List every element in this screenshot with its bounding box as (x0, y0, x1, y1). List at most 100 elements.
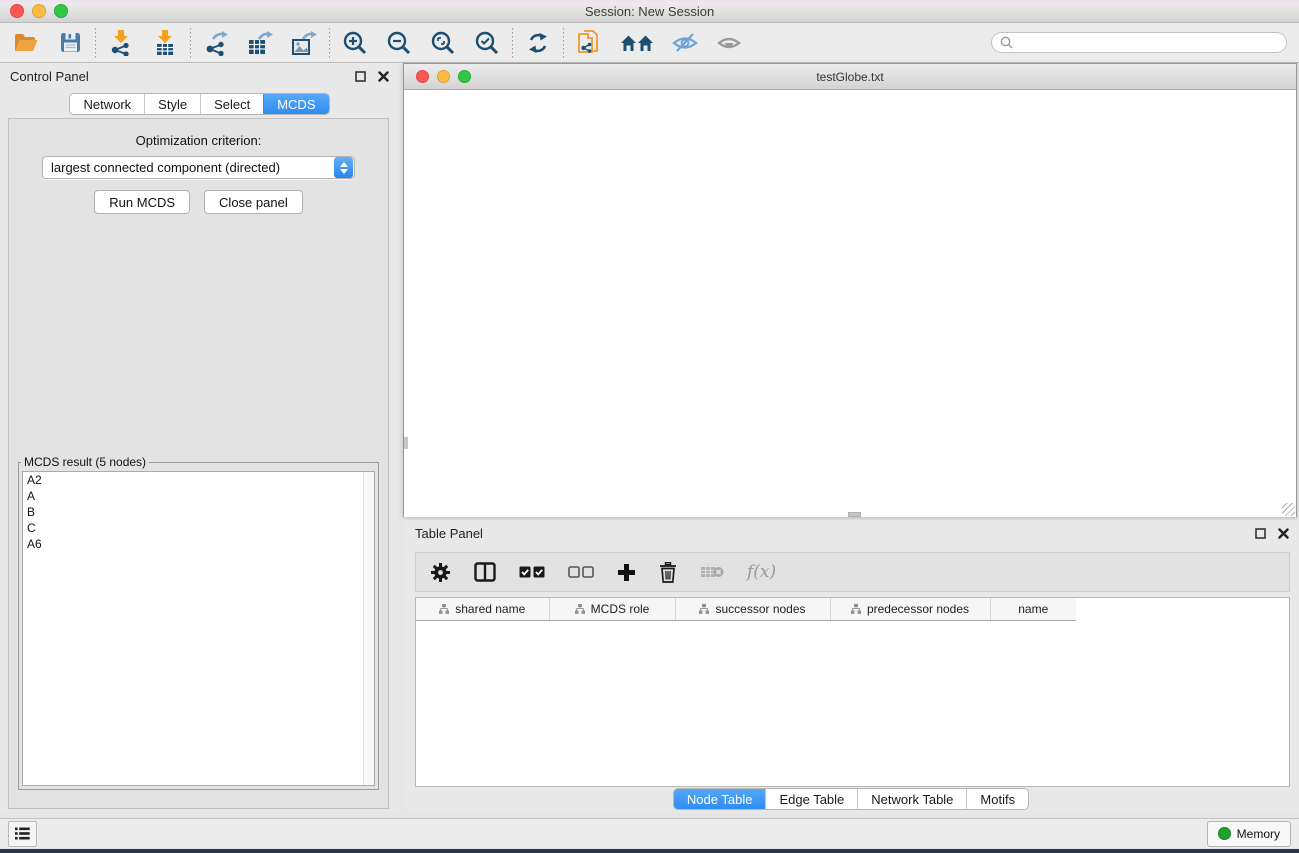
toolbar-search-field[interactable] (991, 32, 1287, 53)
select-all-rows-icon[interactable] (519, 566, 545, 578)
refresh-view-button[interactable] (524, 29, 552, 57)
export-image-button[interactable] (290, 29, 318, 57)
import-network-button[interactable] (107, 29, 135, 57)
save-icon (60, 32, 81, 53)
network-file-button[interactable] (575, 29, 603, 57)
network-window-titlebar[interactable]: testGlobe.txt (404, 64, 1296, 90)
table-panel-header: Table Panel (403, 520, 1299, 546)
canvas-horizontal-scrollbar[interactable] (848, 512, 861, 517)
zoom-out-icon (386, 30, 412, 56)
network-file-icon (577, 29, 602, 57)
close-panel-icon[interactable] (1278, 528, 1289, 539)
session-title: Session: New Session (0, 4, 1299, 19)
search-icon (1000, 36, 1013, 49)
control-panel-tabs: NetworkStyleSelectMCDS (69, 93, 329, 115)
tab-select[interactable]: Select (200, 94, 263, 114)
network-window-title: testGlobe.txt (404, 70, 1296, 84)
open-folder-icon (13, 32, 39, 54)
eye-slash-icon (672, 32, 698, 54)
control-panel: Control Panel NetworkStyleSelectMCDS Opt… (0, 63, 399, 812)
hide-graphics-details-button[interactable] (671, 29, 699, 57)
zoom-out-button[interactable] (385, 29, 413, 57)
settings-gear-icon[interactable] (430, 562, 451, 583)
toolbar-separator (190, 28, 191, 58)
canvas-vertical-scrollbar[interactable] (404, 437, 408, 449)
tab-network-table[interactable]: Network Table (857, 789, 966, 809)
desktop-edge (0, 849, 1299, 853)
table-panel: Table Panel (403, 520, 1299, 812)
network-graph[interactable] (404, 90, 1296, 517)
mcds-result-list[interactable]: A2ABCA6 (22, 471, 375, 786)
column-type-icon (851, 604, 861, 614)
toolbar-separator (329, 28, 330, 58)
memory-label: Memory (1237, 827, 1280, 841)
status-bar: Memory (0, 818, 1299, 848)
table-panel-tabs: Node TableEdge TableNetwork TableMotifs (673, 788, 1029, 810)
close-panel-button[interactable]: Close panel (204, 190, 303, 214)
column-header-MCDS-role[interactable]: MCDS role (549, 598, 675, 621)
search-input[interactable] (1018, 35, 1278, 51)
home-layout-icon (620, 32, 654, 54)
tab-style[interactable]: Style (144, 94, 200, 114)
export-table-button[interactable] (246, 29, 274, 57)
delete-table-icon[interactable] (700, 564, 724, 580)
run-mcds-button[interactable]: Run MCDS (94, 190, 190, 214)
show-panel-list-button[interactable] (8, 821, 37, 847)
function-builder-icon[interactable]: f(x) (747, 562, 776, 582)
deselect-all-rows-icon[interactable] (568, 566, 594, 578)
tab-network[interactable]: Network (70, 94, 144, 114)
column-header-name[interactable]: name (990, 598, 1076, 621)
dropdown-stepper (334, 157, 353, 178)
mcds-result-items: A2ABCA6 (23, 472, 374, 552)
mcds-result-title: MCDS result (5 nodes) (21, 455, 149, 469)
export-network-button[interactable] (202, 29, 230, 57)
column-type-icon (699, 604, 709, 614)
table-header-row: shared nameMCDS rolesuccessor nodesprede… (416, 598, 1289, 621)
column-type-icon (575, 604, 585, 614)
tab-node-table[interactable]: Node Table (674, 789, 766, 809)
column-header-predecessor-nodes[interactable]: predecessor nodes (830, 598, 990, 621)
delete-column-icon[interactable] (659, 562, 677, 583)
import-table-button[interactable] (151, 29, 179, 57)
window-resize-grip[interactable] (1282, 503, 1295, 516)
float-panel-icon[interactable] (1255, 528, 1266, 539)
result-item-b[interactable]: B (23, 504, 374, 520)
criterion-dropdown[interactable]: largest connected component (directed) (42, 156, 355, 179)
zoom-selected-button[interactable] (473, 29, 501, 57)
import-table-icon (153, 30, 177, 56)
node-table-container[interactable]: shared nameMCDS rolesuccessor nodesprede… (415, 597, 1290, 787)
tab-motifs[interactable]: Motifs (966, 789, 1028, 809)
control-panel-title: Control Panel (10, 69, 89, 84)
export-table-icon (247, 30, 274, 56)
tab-mcds[interactable]: MCDS (263, 94, 328, 114)
zoom-fit-button[interactable] (429, 29, 457, 57)
tab-edge-table[interactable]: Edge Table (765, 789, 857, 809)
network-view-window: testGlobe.txt (403, 63, 1297, 517)
result-list-scrollbar[interactable] (363, 472, 374, 785)
column-header-successor-nodes[interactable]: successor nodes (675, 598, 830, 621)
memory-status-icon (1218, 827, 1231, 840)
zoom-in-button[interactable] (341, 29, 369, 57)
network-canvas[interactable] (404, 90, 1296, 517)
close-panel-icon[interactable] (378, 71, 389, 82)
table-panel-title: Table Panel (415, 526, 483, 541)
toolbar-separator (563, 28, 564, 58)
control-panel-header: Control Panel (0, 63, 399, 89)
float-panel-icon[interactable] (355, 71, 366, 82)
import-network-icon (109, 30, 133, 56)
result-item-c[interactable]: C (23, 520, 374, 536)
home-layout-button[interactable] (619, 29, 655, 57)
result-item-a6[interactable]: A6 (23, 536, 374, 552)
export-image-icon (291, 30, 318, 56)
open-session-button[interactable] (12, 29, 40, 57)
export-network-icon (203, 30, 229, 56)
show-eye-button[interactable] (715, 29, 743, 57)
save-session-button[interactable] (56, 29, 84, 57)
result-item-a2[interactable]: A2 (23, 472, 374, 488)
column-type-icon (439, 604, 449, 614)
column-visibility-icon[interactable] (474, 562, 496, 582)
memory-button[interactable]: Memory (1207, 821, 1291, 847)
add-column-icon[interactable] (617, 563, 636, 582)
column-header-shared-name[interactable]: shared name (416, 598, 549, 621)
result-item-a[interactable]: A (23, 488, 374, 504)
